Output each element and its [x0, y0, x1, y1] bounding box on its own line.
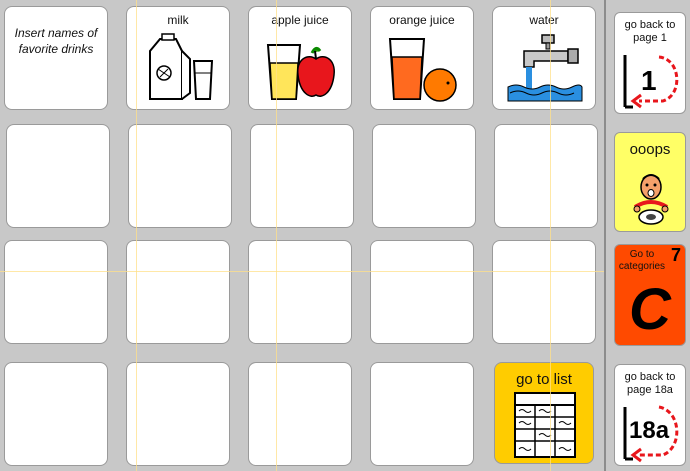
go-back-page-1-button[interactable]: go back to page 1 1	[614, 12, 686, 114]
go-to-categories-button[interactable]: Go to categories 7 C	[614, 244, 686, 346]
categories-label: Go to categories	[618, 249, 666, 272]
empty-cell[interactable]	[4, 362, 108, 466]
apple-juice-label: apple juice	[271, 13, 329, 27]
milk-button[interactable]: milk	[126, 6, 230, 110]
empty-cell[interactable]	[370, 240, 474, 344]
go-to-list-button[interactable]: go to list	[494, 362, 594, 464]
orange-juice-icon	[371, 37, 473, 103]
water-faucet-icon	[493, 33, 595, 103]
empty-cell[interactable]	[126, 240, 230, 344]
note-text: Insert names of favorite drinks	[14, 26, 98, 56]
page-1-number: 1	[641, 65, 657, 96]
empty-cell[interactable]	[370, 362, 474, 466]
sidebar: go back to page 1 1 ooops Go to categori…	[606, 0, 690, 471]
go-to-list-label: go to list	[516, 371, 572, 388]
list-table-icon	[513, 391, 577, 464]
empty-cell[interactable]	[372, 124, 476, 228]
oops-face-icon	[633, 174, 669, 225]
milk-label: milk	[167, 13, 189, 27]
page-1-label: go back to page 1	[624, 19, 676, 44]
guide-line	[0, 271, 690, 272]
empty-cell[interactable]	[248, 362, 352, 466]
page-18a-label: go back to page 18a	[624, 371, 676, 396]
empty-cell[interactable]	[494, 124, 598, 228]
categories-number: 7	[670, 245, 681, 265]
go-back-page-18a-button[interactable]: go back to page 18a 18a	[614, 364, 686, 466]
guide-line	[550, 0, 551, 471]
note-cell: Insert names of favorite drinks	[4, 6, 108, 110]
empty-cell[interactable]	[128, 124, 232, 228]
water-label: water	[529, 13, 559, 27]
page-18a-number: 18a	[629, 417, 670, 444]
empty-cell[interactable]	[126, 362, 230, 466]
orange-juice-label: orange juice	[389, 13, 455, 27]
empty-cell[interactable]	[248, 240, 352, 344]
guide-line	[136, 0, 137, 471]
water-button[interactable]: water	[492, 6, 596, 110]
symbol-grid: Insert names of favorite drinks milk app…	[0, 0, 690, 471]
empty-cell[interactable]	[250, 124, 354, 228]
milk-carton-icon	[127, 33, 229, 103]
empty-cell[interactable]	[4, 240, 108, 344]
oops-button[interactable]: ooops	[614, 132, 686, 232]
orange-juice-button[interactable]: orange juice	[370, 6, 474, 110]
apple-juice-button[interactable]: apple juice	[248, 6, 352, 110]
empty-cell[interactable]	[492, 240, 596, 344]
categories-letter: C	[629, 277, 671, 342]
oops-label: ooops	[629, 141, 671, 158]
empty-cell[interactable]	[6, 124, 110, 228]
guide-line	[276, 0, 277, 471]
apple-juice-icon	[249, 41, 351, 103]
